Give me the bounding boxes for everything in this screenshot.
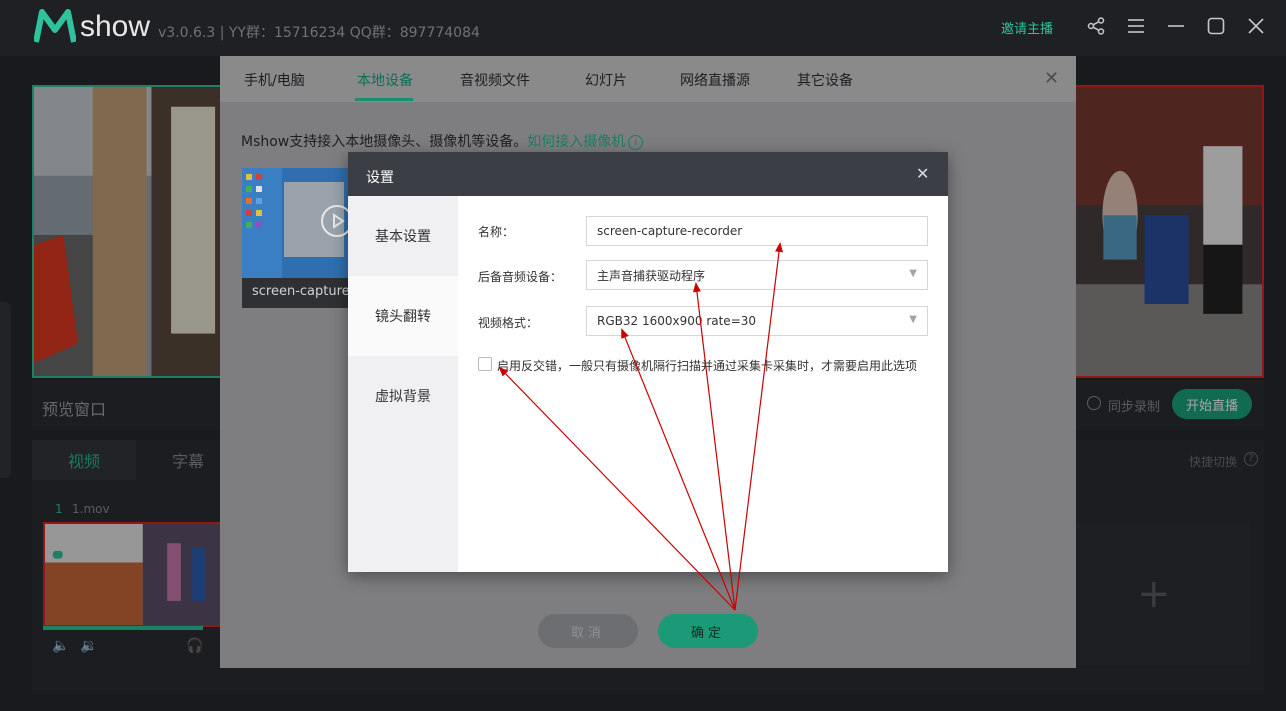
audio-device-select[interactable]: 主声音捕获驱动程序 ▼ (586, 260, 928, 290)
invite-anchor-link[interactable]: 邀请主播 (1001, 18, 1053, 37)
logo-text: show (80, 10, 151, 43)
intro-text: Mshow支持接入本地摄像头、摄像机等设备。 (241, 134, 528, 150)
video-format-select[interactable]: RGB32 1600x900 rate=30 ▼ (586, 306, 928, 336)
nav-lens-flip[interactable]: 镜头翻转 (348, 276, 458, 356)
source-tabs (220, 56, 1076, 102)
close-icon[interactable]: ✕ (916, 164, 929, 183)
confirm-button[interactable]: 确定 (658, 614, 758, 648)
info-icon[interactable]: i (628, 135, 644, 150)
audio-device-value: 主声音捕获驱动程序 (597, 268, 706, 283)
settings-title: 设置 (366, 170, 394, 186)
deinterlace-label: 启用反交错，一般只有摄像机隔行扫描并通过采集卡采集时，才需要启用此选项 (497, 359, 918, 373)
close-icon[interactable] (1244, 14, 1268, 38)
how-to-connect-link[interactable]: 如何接入摄像机 (527, 134, 625, 150)
share-icon[interactable] (1084, 14, 1108, 38)
video-format-value: RGB32 1600x900 rate=30 (597, 314, 757, 328)
video-format-label: 视频格式： (478, 316, 539, 330)
source-intro: Mshow支持接入本地摄像头、摄像机等设备。如何接入摄像机 i (241, 131, 644, 151)
active-tab-indicator (355, 98, 413, 101)
tab-local-device[interactable]: 本地设备 (357, 70, 413, 90)
name-value: screen-capture-recorder (597, 224, 743, 238)
chevron-down-icon: ▼ (909, 314, 917, 325)
tab-slides[interactable]: 幻灯片 (585, 70, 627, 90)
menu-icon[interactable] (1124, 14, 1148, 38)
deinterlace-checkbox[interactable] (478, 357, 492, 371)
tab-phone-pc[interactable]: 手机/电脑 (244, 70, 305, 90)
minimize-icon[interactable] (1164, 14, 1188, 38)
name-field[interactable]: screen-capture-recorder (586, 216, 928, 246)
tab-network-stream[interactable]: 网络直播源 (680, 70, 750, 90)
nav-virtual-background[interactable]: 虚拟背景 (348, 356, 458, 436)
close-icon[interactable]: ✕ (1044, 68, 1059, 89)
maximize-icon[interactable] (1204, 14, 1228, 38)
nav-basic-settings[interactable]: 基本设置 (348, 196, 458, 276)
tab-other-devices[interactable]: 其它设备 (797, 70, 853, 90)
tab-media-file[interactable]: 音视频文件 (460, 70, 530, 90)
logo-icon (34, 9, 76, 43)
audio-device-label: 后备音频设备： (478, 270, 563, 284)
name-label: 名称： (478, 225, 515, 239)
device-card-label: screen-capture-recorder (242, 278, 352, 308)
cancel-button[interactable]: 取消 (538, 614, 638, 648)
version-info: v3.0.6.3 | YY群：15716234 QQ群：897774084 (158, 25, 480, 41)
settings-header (348, 152, 948, 196)
chevron-down-icon: ▼ (909, 268, 917, 279)
